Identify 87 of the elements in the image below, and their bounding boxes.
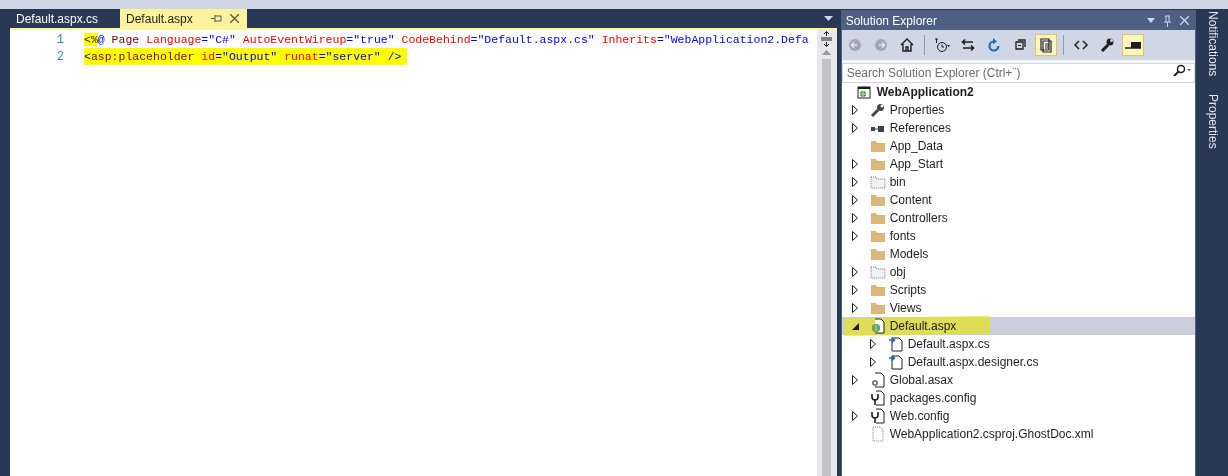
- tree-item[interactable]: Models: [841, 245, 1196, 263]
- tree-item[interactable]: Views: [841, 299, 1196, 317]
- tree-item[interactable]: App_Start: [841, 155, 1196, 173]
- files-icon: [1037, 37, 1054, 53]
- dropdown-icon[interactable]: [823, 16, 833, 21]
- tree-item[interactable]: Scripts: [841, 281, 1196, 299]
- tree-item-label: App_Data: [889, 138, 943, 155]
- tree-item[interactable]: obj: [841, 263, 1196, 281]
- back-icon: [846, 37, 863, 53]
- tree-item[interactable]: Default.aspx.designer.cs: [841, 353, 1196, 371]
- dropdown-icon[interactable]: [1147, 18, 1156, 23]
- code-file-icon: [887, 354, 904, 370]
- scroll-thumb[interactable]: [822, 59, 832, 476]
- tree-item[interactable]: Web.config: [841, 407, 1196, 425]
- line-number: 1: [55, 31, 65, 49]
- tree-item[interactable]: App_Data: [841, 137, 1196, 155]
- forward-icon: [872, 37, 889, 53]
- preview-button[interactable]: [1121, 34, 1144, 56]
- tree-item[interactable]: Default.aspx.cs: [841, 335, 1196, 353]
- tree-item-label: Views: [889, 300, 922, 317]
- tree-item-label: Content: [889, 192, 932, 209]
- web-file-icon: [869, 318, 886, 334]
- side-tab[interactable]: Properties: [1200, 94, 1227, 150]
- wrench-icon: [1098, 37, 1115, 53]
- side-tab[interactable]: Notifications: [1200, 11, 1227, 77]
- config-file-icon: [869, 408, 886, 424]
- tree-item-label: Controllers: [889, 210, 948, 227]
- expanded-arrow-icon[interactable]: [851, 322, 859, 330]
- search-icon[interactable]: [1173, 64, 1192, 76]
- tree-item-label: Default.aspx.cs: [907, 336, 990, 353]
- tree-item-label: WebApplication2: [876, 84, 974, 101]
- folder-icon: [869, 282, 886, 298]
- project-icon: [856, 84, 873, 100]
- close-icon[interactable]: [229, 14, 239, 23]
- tree-item-label: App_Start: [889, 156, 943, 173]
- refresh-icon: [985, 37, 1002, 53]
- tree-item[interactable]: Properties: [841, 101, 1196, 119]
- files-button[interactable]: [1034, 34, 1057, 56]
- collapsed-arrow-icon[interactable]: [851, 411, 858, 421]
- tree-item-label: Global.asax: [889, 372, 953, 389]
- tree-item[interactable]: Controllers: [841, 209, 1196, 227]
- tree-item-label: Models: [889, 246, 929, 263]
- split-icon[interactable]: [820, 31, 834, 47]
- tree-item-label: Default.aspx: [889, 318, 957, 335]
- clock-icon: [933, 37, 950, 53]
- tree-item[interactable]: Global.asax: [841, 371, 1196, 389]
- tree-item[interactable]: Content: [841, 191, 1196, 209]
- folder-icon: [869, 228, 886, 244]
- editor-tab[interactable]: Default.aspx: [120, 9, 247, 28]
- pin-icon[interactable]: [210, 14, 222, 23]
- tree-item[interactable]: WebApplication2.csproj.GhostDoc.xml: [841, 425, 1196, 443]
- code-file-icon: [887, 336, 904, 352]
- tree-item-label: Properties: [889, 102, 945, 119]
- dotted-file-icon: [869, 426, 886, 442]
- editor-tab[interactable]: Default.aspx.cs: [10, 9, 121, 28]
- wrench-icon: [869, 102, 886, 118]
- config-file-icon: [869, 390, 886, 406]
- tree-item[interactable]: WebApplication2: [841, 83, 1196, 101]
- tree-item[interactable]: fonts: [841, 227, 1196, 245]
- home-icon: [898, 37, 915, 53]
- tree-item-label: WebApplication2.csproj.GhostDoc.xml: [889, 426, 1094, 443]
- tree-item-label: Default.aspx.designer.cs: [907, 354, 1039, 371]
- scrollbar[interactable]: [816, 30, 837, 476]
- folder-icon: [869, 210, 886, 226]
- folder-icon: [869, 192, 886, 208]
- tree-item[interactable]: References: [841, 119, 1196, 137]
- tree-item-label: References: [889, 120, 951, 137]
- tree-item[interactable]: bin: [841, 173, 1196, 191]
- tree-item[interactable]: Default.aspx: [841, 317, 1196, 335]
- line-number: 2: [55, 48, 65, 66]
- tree-item-label: Scripts: [889, 282, 927, 299]
- collapsed-arrow-icon[interactable]: [851, 375, 858, 385]
- dotted-folder-icon: [869, 174, 886, 190]
- folder-icon: [869, 156, 886, 172]
- folder-icon: [869, 138, 886, 154]
- tree-item-label: Web.config: [889, 408, 950, 425]
- dotted-folder-icon: [869, 264, 886, 280]
- tree-item-label: packages.config: [889, 390, 977, 407]
- folder-icon: [869, 246, 886, 262]
- gear-file-icon: [869, 372, 886, 388]
- panel-title: Solution Explorer: [845, 12, 939, 30]
- tree-item-label: obj: [889, 264, 906, 281]
- tree-item-label: fonts: [889, 228, 916, 245]
- search-field[interactable]: Search Solution Explorer (Ctrl+¨): [841, 63, 1196, 83]
- tree-item-label: bin: [889, 174, 906, 191]
- tree-item[interactable]: packages.config: [841, 389, 1196, 407]
- sync-arrows-icon: [959, 37, 976, 53]
